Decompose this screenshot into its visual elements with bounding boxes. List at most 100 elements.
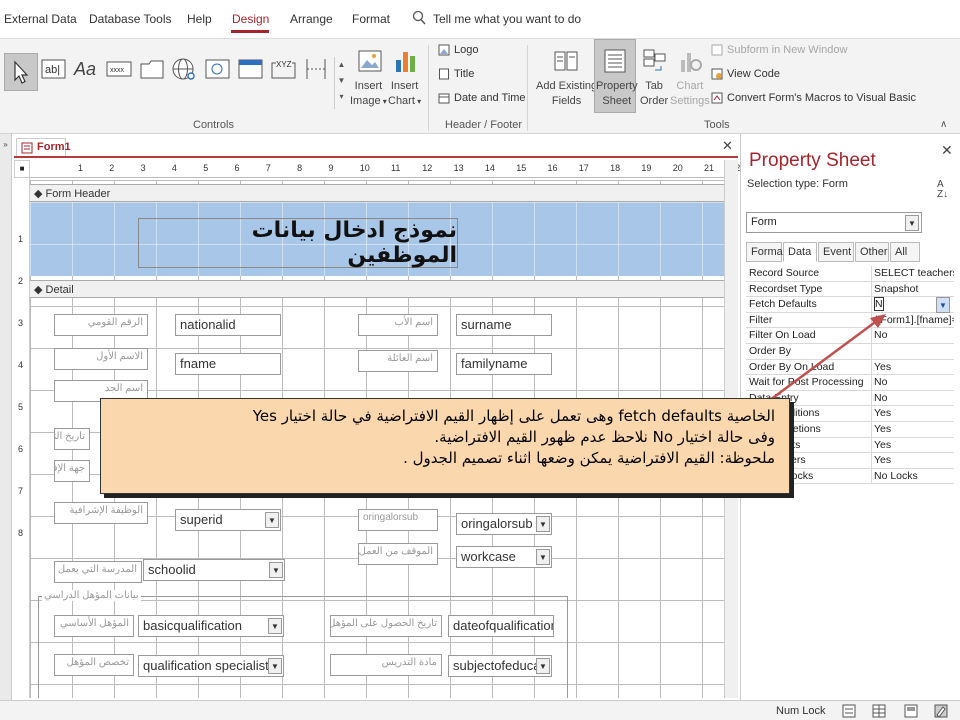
menu-arrange[interactable]: Arrange	[290, 12, 333, 26]
dropdown-arrow-icon[interactable]: ▼	[536, 549, 550, 565]
menu-design[interactable]: Design	[232, 12, 269, 26]
datasheet-view-icon[interactable]	[872, 704, 886, 718]
insert-image-label[interactable]: Insert Image ▾	[350, 79, 387, 109]
label-oringalorsub[interactable]: oringalorsub	[358, 509, 438, 531]
dropdown-arrow-icon[interactable]: ▼	[905, 215, 919, 231]
convert-macros-button[interactable]: Convert Form's Macros to Visual Basic	[711, 92, 916, 104]
label-residence[interactable]: جهة الإقامة	[54, 460, 90, 482]
tab-order-label[interactable]: Tab Order	[640, 79, 668, 109]
page-break-icon[interactable]	[300, 53, 332, 85]
label-dateofqualifications[interactable]: تاريخ الحصول على المؤهل	[330, 615, 442, 637]
collapse-ribbon-icon[interactable]: ∧	[940, 119, 947, 130]
tell-me-search[interactable]: Tell me what you want to do	[433, 12, 581, 26]
close-form-icon[interactable]: ✕	[722, 138, 733, 154]
label-schoolid[interactable]: المدرسة التي يعمل بها	[54, 561, 142, 583]
textbox-surname[interactable]: surname	[456, 314, 552, 336]
label-surname[interactable]: اسم الأب	[358, 314, 438, 336]
detail-bar[interactable]: ◆ Detail	[30, 280, 724, 298]
ps-tab-event[interactable]: Event	[818, 242, 854, 262]
property-value[interactable]: SELECT teachers.r	[874, 267, 954, 279]
property-row[interactable]: Recordset Type Snapshot	[746, 281, 954, 298]
button-control-icon[interactable]: xxxx	[103, 53, 135, 85]
form-view-icon[interactable]	[842, 704, 856, 718]
label-workcase[interactable]: الموقف من العمل	[358, 543, 438, 565]
hyperlink-globe-icon[interactable]	[168, 53, 200, 85]
textbox-fname[interactable]: fname	[175, 353, 281, 375]
dropdown-arrow-icon[interactable]: ▼	[265, 512, 279, 528]
label-nationalid[interactable]: الرقم القومي	[54, 314, 148, 336]
ps-tab-other[interactable]: Other	[855, 242, 889, 262]
close-property-sheet-icon[interactable]: ✕	[941, 142, 953, 159]
property-sheet-label[interactable]: Property Sheet	[596, 79, 638, 109]
property-value[interactable]: No Locks	[874, 470, 954, 482]
design-view-icon[interactable]	[934, 704, 948, 718]
dropdown-arrow-icon[interactable]: ▼	[536, 658, 550, 674]
qualification-group-box[interactable]	[38, 596, 568, 698]
combo-basicqualification[interactable]: basicqualification ▼	[138, 615, 284, 637]
label-superid[interactable]: الوظيفة الإشرافية	[54, 502, 148, 524]
property-sheet-icon[interactable]	[599, 45, 631, 77]
ps-tab-data[interactable]: Data	[783, 242, 817, 262]
menu-format[interactable]: Format	[352, 12, 390, 26]
textbox-control-icon[interactable]: ab|	[38, 53, 70, 85]
label-hire-date[interactable]: تاريخ التعيين	[54, 428, 90, 450]
label-subjectofeducation[interactable]: مادة التدريس	[330, 654, 442, 676]
property-row[interactable]: Record Source SELECT teachers.r	[746, 266, 954, 282]
tab-form1[interactable]: Form1	[16, 138, 71, 156]
qualification-group-label[interactable]: بيانات المؤهل الدراسي	[42, 590, 141, 601]
label-control-icon[interactable]: Aa	[70, 53, 102, 85]
form-title-label[interactable]: نموذج ادخال بيانات الموظفين	[138, 218, 458, 268]
sort-az-icon[interactable]: A Z↓	[937, 180, 948, 200]
dropdown-arrow-icon[interactable]: ▼	[268, 658, 282, 674]
insert-image-icon[interactable]	[354, 45, 386, 77]
view-code-button[interactable]: View Code	[711, 68, 780, 80]
add-existing-fields-icon[interactable]	[550, 45, 582, 77]
combo-qualification-specialist[interactable]: qualification specialist ▼	[138, 655, 284, 677]
form-header-bar[interactable]: ◆ Form Header	[30, 184, 724, 202]
textbox-nationalid[interactable]: nationalid	[175, 314, 281, 336]
web-browser-control-icon[interactable]	[202, 53, 234, 85]
dropdown-arrow-icon[interactable]: ▼	[268, 618, 282, 634]
label-fname[interactable]: الاسم الأول	[54, 348, 148, 370]
dropdown-arrow-icon[interactable]: ▼	[536, 516, 550, 532]
property-value[interactable]: Yes	[874, 423, 954, 435]
label-familyname[interactable]: اسم العائلة	[358, 350, 438, 372]
option-group-icon[interactable]: XYZ	[268, 53, 300, 85]
layout-view-icon[interactable]	[904, 704, 918, 718]
textbox-dateofqualifications[interactable]: dateofqualifications	[448, 615, 554, 637]
property-value[interactable]: Yes	[874, 439, 954, 451]
navigation-control-icon[interactable]	[235, 53, 267, 85]
combo-oringalorsub[interactable]: oringalorsub ▼	[456, 513, 552, 535]
ps-tab-all[interactable]: All	[890, 242, 920, 262]
menu-external-data[interactable]: External Data	[4, 12, 77, 26]
tab-order-icon[interactable]	[638, 45, 670, 77]
property-value[interactable]: Snapshot	[874, 283, 954, 295]
gallery-scroll-icon[interactable]: ▲ ▼ ▾	[334, 57, 348, 109]
label-basicqualification[interactable]: المؤهل الأساسي	[54, 615, 134, 637]
form-selector[interactable]: ■	[14, 160, 30, 178]
ruler-number: 4	[171, 163, 177, 173]
logo-button[interactable]: Logo	[438, 44, 478, 56]
navigation-pane-collapsed[interactable]: »	[0, 134, 12, 700]
combo-schoolid[interactable]: schoolid ▼	[143, 559, 285, 581]
combo-subjectofeducation[interactable]: subjectofeducati ▼	[448, 655, 552, 677]
label-qualification-specialist[interactable]: تخصص المؤهل	[54, 654, 134, 676]
menu-help[interactable]: Help	[187, 12, 212, 26]
insert-chart-label[interactable]: Insert Chart ▾	[388, 79, 421, 109]
ps-tab-format[interactable]: Format	[746, 242, 786, 262]
property-value[interactable]: Yes	[874, 454, 954, 466]
tab-control-icon[interactable]	[136, 53, 168, 85]
combo-superid[interactable]: superid ▼	[175, 509, 281, 531]
fetch-defaults-dropdown-icon[interactable]: ▼	[936, 297, 950, 314]
combo-workcase[interactable]: workcase ▼	[456, 546, 552, 568]
date-time-button[interactable]: Date and Time	[438, 92, 526, 104]
menu-database-tools[interactable]: Database Tools	[89, 12, 172, 26]
insert-chart-icon[interactable]	[389, 45, 421, 77]
select-pointer-icon[interactable]	[4, 53, 38, 91]
textbox-familyname[interactable]: familyname	[456, 353, 552, 375]
object-selector-combo[interactable]: Form ▼	[746, 212, 922, 233]
add-existing-fields-label[interactable]: Add Existing Fields	[536, 79, 597, 109]
expand-nav-icon[interactable]: »	[0, 134, 11, 149]
dropdown-arrow-icon[interactable]: ▼	[269, 562, 283, 578]
title-button[interactable]: Title	[438, 68, 474, 80]
